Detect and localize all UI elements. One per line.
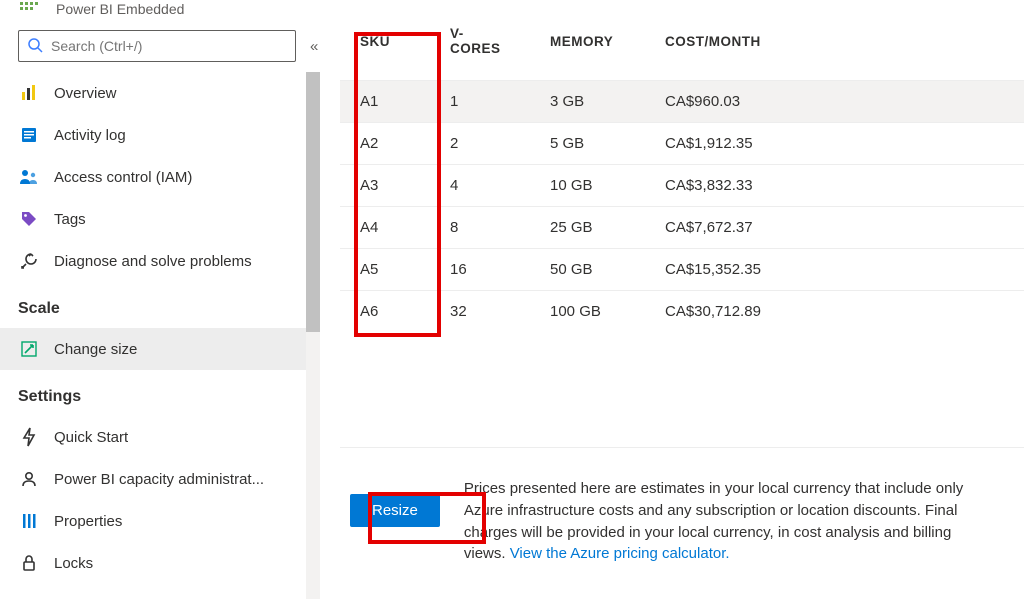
sidebar-scroll-thumb[interactable] [306, 72, 320, 332]
pricing-disclaimer: Prices presented here are estimates in y… [464, 478, 974, 565]
sidebar-scrollbar[interactable] [306, 72, 320, 599]
sidebar-item-label: Locks [54, 555, 93, 572]
sidebar-item-label: Activity log [54, 127, 126, 144]
cell-cost: CA$960.03 [645, 81, 1024, 123]
cell-sku: A6 [340, 291, 430, 333]
cell-cost: CA$7,672.37 [645, 207, 1024, 249]
admin-icon [18, 468, 40, 490]
table-row[interactable]: A113 GBCA$960.03 [340, 81, 1024, 123]
cell-vcores: 1 [430, 81, 530, 123]
search-input[interactable] [51, 38, 287, 54]
sidebar-item-label: Diagnose and solve problems [54, 253, 252, 270]
table-row[interactable]: A4825 GBCA$7,672.37 [340, 207, 1024, 249]
cell-sku: A5 [340, 249, 430, 291]
cell-memory: 3 GB [530, 81, 645, 123]
table-row[interactable]: A225 GBCA$1,912.35 [340, 123, 1024, 165]
cell-vcores: 2 [430, 123, 530, 165]
resource-header: Power BI Embedded [0, 0, 320, 26]
resize-button[interactable]: Resize [350, 494, 440, 527]
sidebar-item-accesscontrol[interactable]: Access control (IAM) [0, 156, 306, 198]
sidebar-item-locks[interactable]: Locks [0, 542, 306, 584]
th-memory: MEMORY [530, 18, 645, 81]
cell-vcores: 16 [430, 249, 530, 291]
cell-memory: 10 GB [530, 165, 645, 207]
cell-memory: 50 GB [530, 249, 645, 291]
sku-table: SKU V-CORES MEMORY COST/MONTH A113 GBCA$… [340, 18, 1024, 332]
activitylog-icon [18, 124, 40, 146]
cell-sku: A3 [340, 165, 430, 207]
resource-type-label: Power BI Embedded [56, 1, 184, 17]
properties-icon [18, 510, 40, 532]
table-row[interactable]: A3410 GBCA$3,832.33 [340, 165, 1024, 207]
th-vcores: V-CORES [430, 18, 530, 81]
powerbi-embedded-icon [18, 0, 42, 18]
th-sku: SKU [340, 18, 430, 81]
cell-vcores: 32 [430, 291, 530, 333]
cell-vcores: 4 [430, 165, 530, 207]
sidebar-nav: Overview Activity log Access control (IAM)… [0, 72, 306, 599]
overview-icon [18, 82, 40, 104]
cell-cost: CA$30,712.89 [645, 291, 1024, 333]
sidebar-item-label: Change size [54, 341, 137, 358]
section-header-settings: Settings [0, 370, 306, 416]
cell-sku: A4 [340, 207, 430, 249]
search-icon [27, 37, 43, 56]
sidebar-item-changesize[interactable]: Change size [0, 328, 306, 370]
diagnose-icon [18, 250, 40, 272]
cell-memory: 5 GB [530, 123, 645, 165]
resize-button-wrap: Resize [350, 478, 440, 527]
tags-icon [18, 208, 40, 230]
locks-icon [18, 552, 40, 574]
changesize-icon [18, 338, 40, 360]
sidebar-item-label: Properties [54, 513, 122, 530]
sidebar-item-tags[interactable]: Tags [0, 198, 306, 240]
cell-memory: 100 GB [530, 291, 645, 333]
sidebar-item-label: Tags [54, 211, 86, 228]
cell-cost: CA$3,832.33 [645, 165, 1024, 207]
sidebar-item-label: Power BI capacity administrat... [54, 471, 264, 488]
pricing-calculator-link[interactable]: View the Azure pricing calculator. [510, 545, 730, 562]
section-header-scale: Scale [0, 282, 306, 328]
cell-sku: A2 [340, 123, 430, 165]
collapse-sidebar-icon[interactable]: « [310, 38, 318, 55]
sidebar-item-diagnose[interactable]: Diagnose and solve problems [0, 240, 306, 282]
sidebar-item-quickstart[interactable]: Quick Start [0, 416, 306, 458]
table-row[interactable]: A51650 GBCA$15,352.35 [340, 249, 1024, 291]
sidebar-item-overview[interactable]: Overview [0, 72, 306, 114]
sidebar-item-admin[interactable]: Power BI capacity administrat... [0, 458, 306, 500]
sidebar-item-label: Overview [54, 85, 117, 102]
cell-cost: CA$1,912.35 [645, 123, 1024, 165]
search-box[interactable] [18, 30, 296, 62]
table-row[interactable]: A632100 GBCA$30,712.89 [340, 291, 1024, 333]
sidebar-item-properties[interactable]: Properties [0, 500, 306, 542]
sidebar-item-label: Access control (IAM) [54, 169, 192, 186]
cell-sku: A1 [340, 81, 430, 123]
accesscontrol-icon [18, 166, 40, 188]
sidebar-item-label: Quick Start [54, 429, 128, 446]
cell-cost: CA$15,352.35 [645, 249, 1024, 291]
quickstart-icon [18, 426, 40, 448]
sidebar-item-activitylog[interactable]: Activity log [0, 114, 306, 156]
cell-memory: 25 GB [530, 207, 645, 249]
cell-vcores: 8 [430, 207, 530, 249]
th-cost: COST/MONTH [645, 18, 1024, 81]
